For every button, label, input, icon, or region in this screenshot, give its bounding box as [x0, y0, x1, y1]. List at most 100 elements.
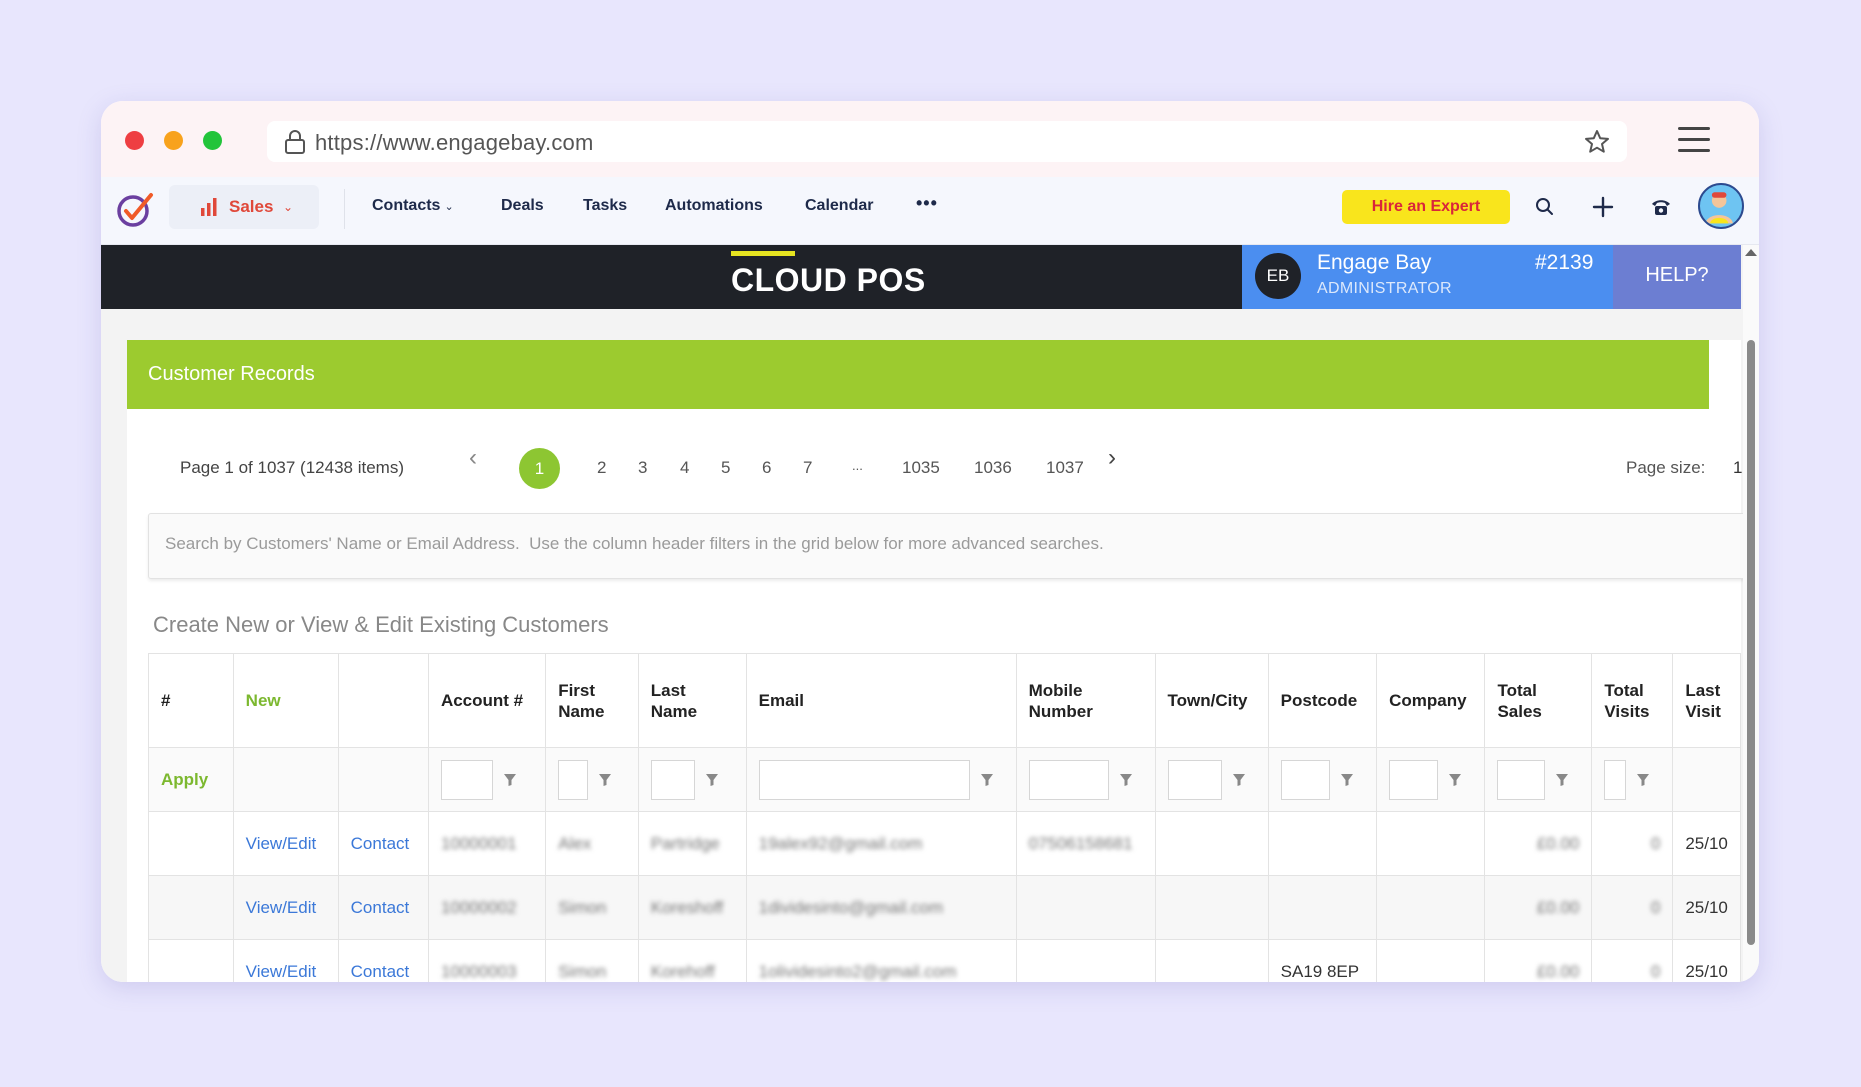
filter-input-total-visits[interactable]: [1604, 759, 1627, 800]
address-bar[interactable]: https://www.engagebay.com: [267, 121, 1627, 162]
avatar[interactable]: [1698, 183, 1744, 229]
column-header-mobile[interactable]: Mobile Number: [1015, 653, 1156, 748]
page-button-6[interactable]: 6: [762, 458, 771, 478]
help-button[interactable]: HELP?: [1613, 245, 1741, 309]
customer-records-panel: Customer Records Page 1 of 1037 (12438 i…: [127, 340, 1758, 982]
user-avatar-icon: [1705, 192, 1733, 224]
page-button-1[interactable]: 1: [519, 448, 560, 489]
hamburger-menu-icon[interactable]: [1678, 127, 1710, 153]
customer-search-input[interactable]: [165, 534, 1665, 554]
page-button-3[interactable]: 3: [638, 458, 647, 478]
scrollbar-thumb[interactable]: [1747, 340, 1755, 945]
store-id: #2139: [1535, 251, 1594, 274]
mobile-number: 07506158681: [1028, 833, 1133, 853]
filter-input-town[interactable]: [1167, 759, 1222, 800]
filter-icon[interactable]: [598, 773, 612, 787]
filter-cell-empty: [337, 747, 429, 812]
column-header-last-name[interactable]: Last Name: [637, 653, 747, 748]
page-button-7[interactable]: 7: [803, 458, 812, 478]
page-button-1035[interactable]: 1035: [902, 458, 940, 478]
page-button-5[interactable]: 5: [721, 458, 730, 478]
minimize-window-button[interactable]: [164, 131, 183, 150]
url-text[interactable]: https://www.engagebay.com: [315, 130, 594, 156]
module-switcher[interactable]: Sales ⌄: [169, 185, 319, 229]
chevron-down-icon: ⌄: [283, 200, 294, 214]
contact-link[interactable]: Contact: [351, 834, 410, 853]
nav-calendar[interactable]: Calendar: [805, 197, 873, 215]
new-customer-button[interactable]: New: [232, 653, 339, 748]
column-header-account[interactable]: Account #: [427, 653, 547, 748]
view-edit-link[interactable]: View/Edit: [246, 962, 317, 981]
filter-icon[interactable]: [980, 773, 994, 787]
star-icon[interactable]: [1583, 128, 1611, 156]
filter-input-postcode[interactable]: [1280, 759, 1330, 800]
apply-filter-button[interactable]: Apply: [161, 770, 208, 789]
section-title: Create New or View & Edit Existing Custo…: [153, 612, 609, 637]
page-ellipsis[interactable]: ...: [852, 458, 863, 473]
column-header-number[interactable]: #: [148, 653, 234, 748]
more-icon[interactable]: •••: [916, 193, 938, 214]
view-edit-link[interactable]: View/Edit: [246, 834, 317, 853]
column-header-postcode[interactable]: Postcode: [1267, 653, 1378, 748]
page-button-4[interactable]: 4: [680, 458, 689, 478]
hire-expert-button[interactable]: Hire an Expert: [1342, 190, 1510, 224]
search-icon[interactable]: [1531, 193, 1559, 221]
total-sales: £0.00: [1536, 833, 1580, 853]
last-visit: 25/10: [1685, 961, 1728, 981]
filter-icon[interactable]: [1555, 773, 1569, 787]
plus-icon[interactable]: [1589, 193, 1617, 221]
filter-icon[interactable]: [1232, 773, 1246, 787]
app-logo-icon[interactable]: [115, 189, 155, 229]
filter-input-total-sales[interactable]: [1497, 759, 1546, 800]
filter-icon[interactable]: [1636, 773, 1650, 787]
filter-input-last-name[interactable]: [650, 759, 695, 800]
page-button-1036[interactable]: 1036: [974, 458, 1012, 478]
filter-input-first-name[interactable]: [558, 759, 589, 800]
close-window-button[interactable]: [125, 131, 144, 150]
user-info-box[interactable]: EB Engage Bay ADMINISTRATOR #2139: [1242, 245, 1613, 309]
nav-automations[interactable]: Automations: [665, 197, 763, 215]
browser-window: https://www.engagebay.com Sales ⌄ Contac…: [101, 101, 1759, 982]
column-header-total-visits[interactable]: Total Visits: [1591, 653, 1674, 748]
page-button-1037[interactable]: 1037: [1046, 458, 1084, 478]
phone-icon[interactable]: [1647, 193, 1675, 221]
column-header-total-sales[interactable]: Total Sales: [1484, 653, 1593, 748]
user-role: ADMINISTRATOR: [1317, 280, 1452, 297]
filter-icon[interactable]: [1448, 773, 1462, 787]
view-edit-link[interactable]: View/Edit: [246, 898, 317, 917]
vertical-scrollbar[interactable]: [1743, 245, 1759, 982]
page-size-select[interactable]: 1: [1733, 458, 1742, 478]
filter-icon[interactable]: [705, 773, 719, 787]
scroll-up-arrow-icon[interactable]: [1745, 249, 1757, 256]
filter-input-account[interactable]: [440, 759, 493, 800]
maximize-window-button[interactable]: [203, 131, 222, 150]
column-header-email[interactable]: Email: [745, 653, 1017, 748]
account-number: 10000001: [440, 833, 517, 853]
table-row: View/Edit Contact 10000001 Alex Partridg…: [148, 811, 1741, 876]
nav-contacts[interactable]: Contacts ⌄: [372, 197, 454, 215]
nav-deals[interactable]: Deals: [501, 197, 544, 215]
filter-icon[interactable]: [503, 773, 517, 787]
filter-input-email[interactable]: [758, 759, 970, 800]
pos-title-accent: [731, 251, 795, 256]
postcode: SA19 8EP: [1280, 961, 1360, 981]
column-header-last-visit[interactable]: Last Visit: [1672, 653, 1741, 748]
column-header-first-name[interactable]: First Name: [545, 653, 639, 748]
chevron-right-icon[interactable]: ›: [1108, 444, 1116, 472]
contact-link[interactable]: Contact: [351, 898, 410, 917]
column-header-town[interactable]: Town/City: [1154, 653, 1269, 748]
chevron-left-icon[interactable]: ‹: [469, 444, 477, 472]
page-button-2[interactable]: 2: [597, 458, 606, 478]
records-title: Customer Records: [148, 363, 315, 385]
filter-icon[interactable]: [1119, 773, 1133, 787]
first-name: Alex: [558, 833, 592, 853]
column-header-company[interactable]: Company: [1376, 653, 1486, 748]
pos-header: CLOUD POS EB Engage Bay ADMINISTRATOR #2…: [101, 245, 1741, 309]
contact-link[interactable]: Contact: [351, 962, 410, 981]
filter-input-company[interactable]: [1389, 759, 1439, 800]
email: 1dividesinto@gmail.com: [758, 897, 944, 917]
nav-tasks[interactable]: Tasks: [583, 197, 627, 215]
filter-input-mobile[interactable]: [1028, 759, 1109, 800]
email: 1olividesinto2@gmail.com: [758, 961, 957, 981]
filter-icon[interactable]: [1340, 773, 1354, 787]
